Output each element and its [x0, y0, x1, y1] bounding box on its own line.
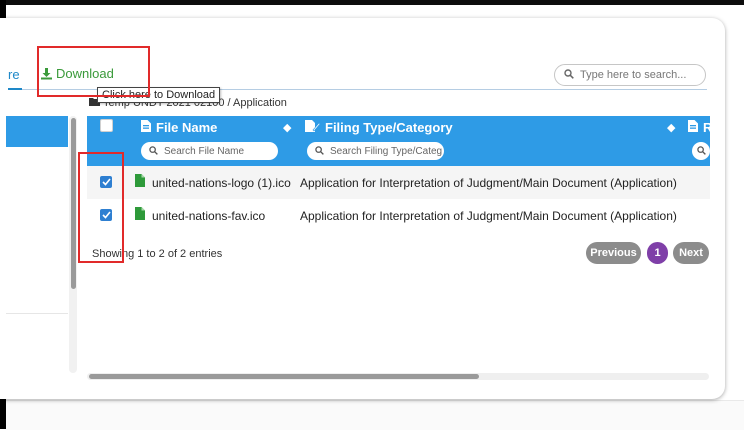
active-tab-underline	[8, 88, 22, 90]
search-icon	[697, 142, 706, 160]
column-label-third: R	[703, 120, 710, 135]
page-button-1[interactable]: 1	[647, 242, 668, 264]
file-icon	[141, 120, 151, 135]
file-name-filter[interactable]	[141, 142, 278, 160]
column-header-filing-type[interactable]: Filing Type/Category	[305, 120, 453, 135]
search-input[interactable]	[578, 68, 702, 82]
file-name-filter-input[interactable]	[162, 144, 278, 158]
filing-type-cell: Application for Interpretation of Judgme…	[300, 176, 677, 190]
sort-icon[interactable]: ◆	[283, 121, 291, 134]
table-row[interactable]: united-nations-logo (1).ico Application …	[87, 166, 710, 199]
file-name-cell[interactable]: united-nations-fav.ico	[152, 209, 265, 223]
screen-edge-top	[6, 0, 744, 5]
column-label-filing-type: Filing Type/Category	[325, 120, 453, 135]
highlight-download	[37, 46, 150, 97]
global-search[interactable]	[554, 64, 706, 86]
tab-previous[interactable]: re	[8, 67, 20, 82]
page-bottom-band	[6, 400, 744, 430]
select-all-checkbox[interactable]	[100, 119, 113, 132]
search-icon	[564, 66, 574, 84]
column-header-third[interactable]: R	[688, 120, 710, 135]
file-icon	[135, 174, 145, 192]
filing-type-filter[interactable]	[307, 142, 444, 160]
table-row[interactable]: united-nations-fav.ico Application for I…	[87, 199, 710, 232]
filing-type-filter-input[interactable]	[328, 144, 444, 158]
sidebar-divider	[6, 313, 68, 314]
previous-page-button[interactable]: Previous	[586, 242, 641, 264]
file-icon	[688, 120, 698, 135]
sort-icon[interactable]: ◆	[667, 121, 675, 134]
file-name-cell[interactable]: united-nations-logo (1).ico	[152, 176, 291, 190]
file-icon	[135, 207, 145, 225]
search-icon	[315, 142, 324, 160]
search-icon	[149, 142, 158, 160]
filing-type-cell: Application for Interpretation of Judgme…	[300, 209, 677, 223]
third-column-filter[interactable]	[692, 142, 710, 160]
column-label-file-name: File Name	[156, 120, 218, 135]
edit-document-icon	[305, 120, 321, 135]
next-page-button[interactable]: Next	[673, 242, 709, 264]
horizontal-scrollbar-thumb[interactable]	[89, 374, 479, 379]
highlight-checkboxes	[78, 152, 124, 263]
column-header-file-name[interactable]: File Name	[141, 120, 217, 135]
vertical-scrollbar-thumb[interactable]	[71, 118, 76, 289]
sidebar-item-selected[interactable]	[6, 116, 68, 147]
